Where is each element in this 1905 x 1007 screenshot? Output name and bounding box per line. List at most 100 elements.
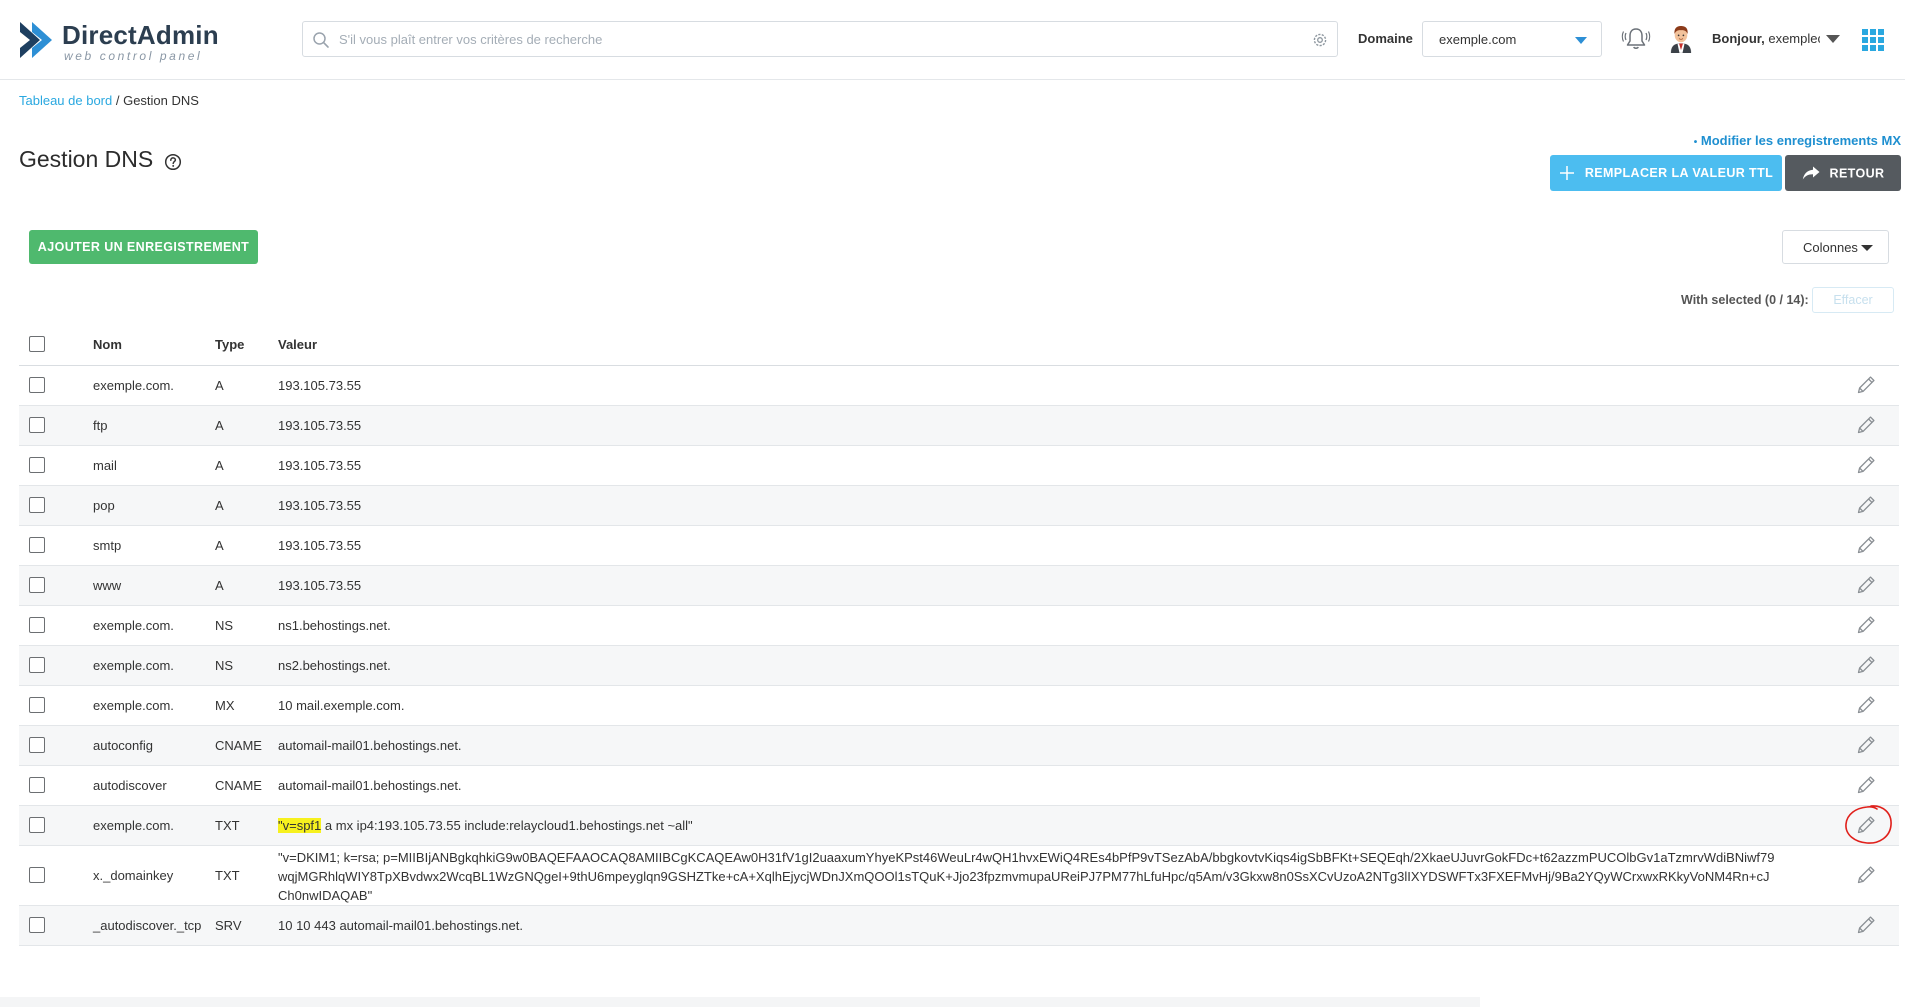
record-type: A bbox=[215, 405, 278, 446]
columns-dropdown-button[interactable]: Colonnes bbox=[1782, 230, 1889, 264]
pencil-icon[interactable] bbox=[1855, 414, 1877, 436]
back-button[interactable]: Retour bbox=[1785, 155, 1901, 191]
row-checkbox[interactable] bbox=[29, 777, 45, 793]
domain-selected-value: exemple.com bbox=[1439, 32, 1517, 47]
record-type: A bbox=[215, 565, 278, 606]
record-value: 193.105.73.55 bbox=[278, 525, 1845, 566]
help-icon[interactable] bbox=[164, 153, 182, 171]
directadmin-logo[interactable]: DirectAdmin web control panel bbox=[18, 16, 219, 64]
row-checkbox[interactable] bbox=[29, 737, 45, 753]
record-value: "v=DKIM1; k=rsa; p=MIIBIjANBgkqhkiG9w0BA… bbox=[278, 845, 1845, 906]
greeting-text: Bonjour, bbox=[1712, 31, 1765, 46]
row-checkbox[interactable] bbox=[29, 617, 45, 633]
record-value: 193.105.73.55 bbox=[278, 405, 1845, 446]
table-row: autoconfig CNAME automail-mail01.behosti… bbox=[19, 725, 1899, 766]
logo-name: DirectAdmin bbox=[62, 20, 219, 50]
search-input[interactable] bbox=[337, 22, 1297, 56]
logo-subtitle: web control panel bbox=[64, 49, 203, 63]
page-title: Gestion DNS bbox=[19, 146, 154, 172]
pencil-icon[interactable] bbox=[1855, 574, 1877, 596]
table-row: mail A 193.105.73.55 bbox=[19, 445, 1899, 486]
row-checkbox[interactable] bbox=[29, 577, 45, 593]
pencil-icon[interactable] bbox=[1855, 694, 1877, 716]
row-checkbox[interactable] bbox=[29, 697, 45, 713]
record-value: 10 10 443 automail-mail01.behostings.net… bbox=[278, 905, 1845, 946]
record-type: SRV bbox=[215, 905, 278, 946]
share-arrow-icon bbox=[1802, 166, 1820, 180]
column-header-value[interactable]: Valeur bbox=[278, 324, 1845, 366]
record-name: smtp bbox=[93, 525, 215, 566]
chevron-down-icon bbox=[1575, 37, 1587, 44]
record-value: 193.105.73.55 bbox=[278, 365, 1845, 406]
record-name: _autodiscover._tcp bbox=[93, 905, 215, 946]
pencil-icon[interactable] bbox=[1855, 914, 1877, 936]
edit-cell-annotated bbox=[1845, 805, 1892, 844]
pencil-icon[interactable] bbox=[1855, 494, 1877, 516]
edit-mx-records-link[interactable]: • Modifier les enregistrements MX bbox=[1694, 133, 1901, 148]
row-checkbox[interactable] bbox=[29, 817, 45, 833]
row-checkbox[interactable] bbox=[29, 537, 45, 553]
table-row: exemple.com. A 193.105.73.55 bbox=[19, 365, 1899, 406]
row-checkbox[interactable] bbox=[29, 377, 45, 393]
breadcrumb-current: Gestion DNS bbox=[123, 93, 199, 108]
logo-mark-icon bbox=[20, 22, 52, 58]
columns-label: Colonnes bbox=[1803, 239, 1858, 255]
record-name: exemple.com. bbox=[93, 605, 215, 646]
pencil-icon[interactable] bbox=[1855, 864, 1877, 886]
user-greeting[interactable]: Bonjour, exemplec bbox=[1712, 31, 1820, 46]
record-name: exemple.com. bbox=[93, 365, 215, 406]
user-menu-chevron-icon[interactable] bbox=[1826, 35, 1840, 43]
row-checkbox[interactable] bbox=[29, 917, 45, 933]
avatar[interactable] bbox=[1668, 23, 1694, 53]
row-checkbox[interactable] bbox=[29, 457, 45, 473]
bullet-icon: • bbox=[1693, 137, 1698, 148]
table-row: x._domainkey TXT "v=DKIM1; k=rsa; p=MIIB… bbox=[19, 845, 1899, 906]
record-name: www bbox=[93, 565, 215, 606]
table-row: autodiscover CNAME automail-mail01.behos… bbox=[19, 765, 1899, 806]
apps-grid-icon[interactable] bbox=[1862, 29, 1884, 51]
footer-bar bbox=[0, 997, 1480, 1007]
pencil-icon[interactable] bbox=[1855, 734, 1877, 756]
bell-icon[interactable] bbox=[1621, 24, 1651, 54]
pencil-icon[interactable] bbox=[1855, 614, 1877, 636]
record-type: A bbox=[215, 525, 278, 566]
select-all-cell bbox=[19, 324, 93, 366]
row-checkbox[interactable] bbox=[29, 657, 45, 673]
pencil-icon[interactable] bbox=[1855, 814, 1877, 836]
domain-select[interactable]: exemple.com bbox=[1422, 21, 1602, 57]
pencil-icon[interactable] bbox=[1855, 454, 1877, 476]
domain-label: Domaine bbox=[1358, 31, 1413, 46]
record-name: ftp bbox=[93, 405, 215, 446]
table-row: www A 193.105.73.55 bbox=[19, 565, 1899, 606]
column-header-name[interactable]: Nom bbox=[93, 324, 215, 366]
row-checkbox[interactable] bbox=[29, 417, 45, 433]
back-label: Retour bbox=[1829, 166, 1885, 181]
spf-highlight: "v=spf1 bbox=[278, 817, 322, 833]
breadcrumb-separator: / bbox=[112, 93, 124, 108]
record-type: TXT bbox=[215, 805, 278, 846]
column-header-type[interactable]: Type bbox=[215, 324, 278, 366]
table-row: ftp A 193.105.73.55 bbox=[19, 405, 1899, 446]
gear-icon[interactable] bbox=[1311, 31, 1329, 49]
pencil-icon[interactable] bbox=[1855, 534, 1877, 556]
record-name: autoconfig bbox=[93, 725, 215, 766]
replace-ttl-button[interactable]: Remplacer la valeur TTL bbox=[1550, 155, 1782, 191]
select-all-checkbox[interactable] bbox=[29, 336, 45, 353]
add-record-button[interactable]: Ajouter un enregistrement bbox=[29, 230, 258, 264]
plus-icon bbox=[1559, 166, 1574, 180]
record-name: autodiscover bbox=[93, 765, 215, 806]
breadcrumb: Tableau de bord / Gestion DNS bbox=[19, 93, 199, 108]
pencil-icon[interactable] bbox=[1855, 374, 1877, 396]
record-name: exemple.com. bbox=[93, 685, 215, 726]
pencil-icon[interactable] bbox=[1855, 774, 1877, 796]
delete-selected-button[interactable]: Effacer bbox=[1812, 287, 1894, 313]
pencil-icon[interactable] bbox=[1855, 654, 1877, 676]
top-header: DirectAdmin web control panel Domaine ex… bbox=[0, 0, 1905, 80]
table-row: exemple.com. NS ns1.behostings.net. bbox=[19, 605, 1899, 646]
row-checkbox[interactable] bbox=[29, 497, 45, 513]
record-name: pop bbox=[93, 485, 215, 526]
table-row: exemple.com. MX 10 mail.exemple.com. bbox=[19, 685, 1899, 726]
record-type: CNAME bbox=[215, 765, 278, 806]
breadcrumb-home-link[interactable]: Tableau de bord bbox=[19, 93, 112, 108]
row-checkbox[interactable] bbox=[29, 867, 45, 883]
